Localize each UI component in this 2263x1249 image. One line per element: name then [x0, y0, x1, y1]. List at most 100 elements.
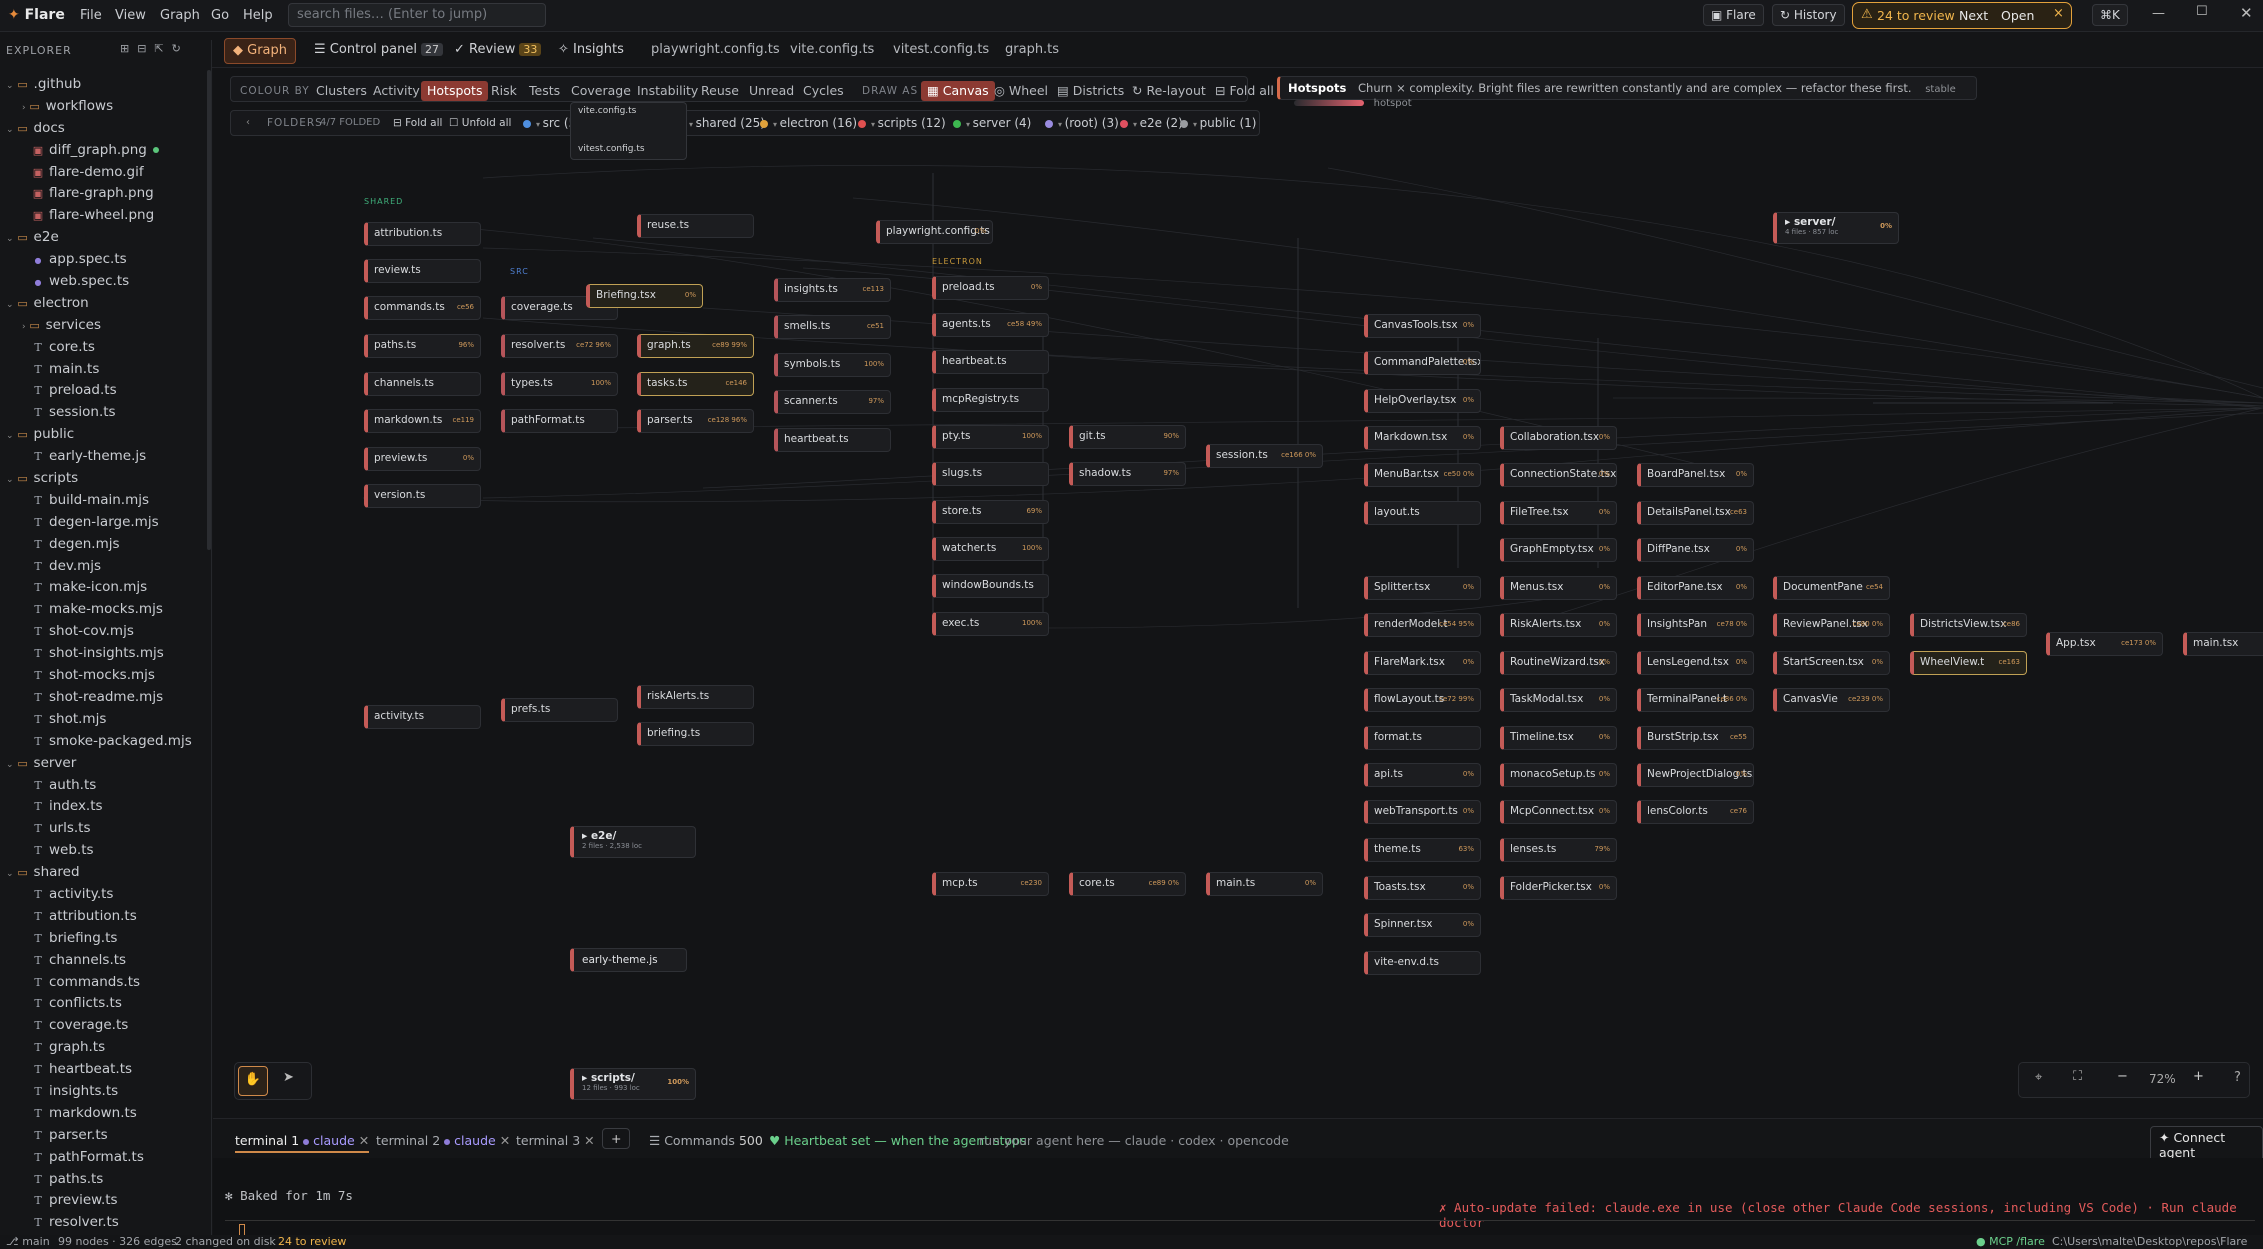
- graph-node[interactable]: renderModel.t ce54 95%: [1364, 613, 1481, 637]
- tree-file[interactable]: Tshot.mjs: [0, 709, 212, 731]
- graph-node[interactable]: smells.ts ce51: [774, 315, 891, 339]
- tree-file[interactable]: Tconflicts.ts: [0, 993, 212, 1015]
- close-icon[interactable]: ×: [2053, 6, 2064, 21]
- graph-node[interactable]: types.ts 100%: [501, 372, 618, 396]
- tree-file[interactable]: Tweb.ts: [0, 840, 212, 862]
- graph-node[interactable]: DocumentPane ce54: [1773, 576, 1890, 600]
- graph-node[interactable]: store.ts 69%: [932, 500, 1049, 524]
- graph-node[interactable]: mcpRegistry.ts: [932, 388, 1049, 412]
- open-button[interactable]: Open: [2001, 8, 2034, 23]
- tree-file[interactable]: Turls.ts: [0, 818, 212, 840]
- review-status[interactable]: 24 to review: [278, 1235, 346, 1248]
- tree-file[interactable]: Tcommands.ts: [0, 972, 212, 994]
- graph-node[interactable]: heartbeat.ts: [932, 350, 1049, 374]
- graph-node[interactable]: BoardPanel.tsx 0%: [1637, 463, 1754, 487]
- maximize-icon[interactable]: ☐: [2196, 4, 2208, 19]
- tree-file[interactable]: ▣ flare-wheel.png: [0, 205, 212, 227]
- graph-node[interactable]: HelpOverlay.tsx 0%: [1364, 389, 1481, 413]
- sidebar-scrollbar[interactable]: [207, 70, 211, 550]
- help-icon[interactable]: ?: [2234, 1070, 2241, 1085]
- graph-node[interactable]: Markdown.tsx 0%: [1364, 426, 1481, 450]
- changed-status[interactable]: 2 changed on disk: [175, 1235, 276, 1248]
- fold-all-button[interactable]: ⊟ Fold all: [1209, 81, 1280, 101]
- graph-node[interactable]: FlareMark.tsx 0%: [1364, 651, 1481, 675]
- graph-node[interactable]: EditorPane.tsx 0%: [1637, 576, 1754, 600]
- graph-node[interactable]: insights.ts ce113: [774, 278, 891, 302]
- graph-node[interactable]: heartbeat.ts: [774, 428, 891, 452]
- popup-item[interactable]: vitest.config.ts: [578, 144, 645, 154]
- tree-file[interactable]: Tmake-icon.mjs: [0, 577, 212, 599]
- graph-node[interactable]: FolderPicker.tsx 0%: [1500, 876, 1617, 900]
- tree-file[interactable]: Tdev.mjs: [0, 556, 212, 578]
- graph-node[interactable]: commands.ts ce56: [364, 296, 481, 320]
- graph-node[interactable]: main.tsx: [2183, 632, 2263, 656]
- mode-activity[interactable]: Activity: [367, 81, 426, 101]
- fit-icon[interactable]: ⛶: [2073, 1069, 2082, 1084]
- graph-node[interactable]: shadow.ts 97%: [1069, 462, 1186, 486]
- tree-file[interactable]: ▣ diff_graph.png: [0, 140, 212, 162]
- graph-node[interactable]: Toasts.tsx 0%: [1364, 876, 1481, 900]
- graph-node[interactable]: graph.ts ce89 99%: [637, 334, 754, 358]
- mode-risk[interactable]: Risk: [485, 81, 523, 101]
- mode-cycles[interactable]: Cycles: [797, 81, 850, 101]
- graph-node[interactable]: CanvasTools.tsx 0%: [1364, 314, 1481, 338]
- tree-file[interactable]: Tdegen.mjs: [0, 534, 212, 556]
- tree-file[interactable]: Tpreload.ts: [0, 380, 212, 402]
- tree-file[interactable]: Tauth.ts: [0, 775, 212, 797]
- graph-node[interactable]: InsightsPan ce78 0%: [1637, 613, 1754, 637]
- menu-file[interactable]: File: [80, 8, 102, 23]
- tree-folder[interactable]: ⌄ ▭ e2e: [0, 227, 212, 249]
- close-window-icon[interactable]: ✕: [2240, 4, 2253, 22]
- graph-node[interactable]: format.ts: [1364, 726, 1481, 750]
- folder-chip[interactable]: ▾ server (4): [953, 116, 1031, 130]
- graph-node[interactable]: review.ts: [364, 259, 481, 283]
- popup-item[interactable]: vite.config.ts: [578, 106, 636, 116]
- tab-graph[interactable]: ◆ Graph: [224, 38, 297, 64]
- folded-folder-node[interactable]: ▸ e2e/2 files · 2,538 loc: [570, 826, 696, 858]
- graph-node[interactable]: parser.ts ce128 96%: [637, 409, 754, 433]
- graph-node[interactable]: DetailsPanel.tsx ce63: [1637, 501, 1754, 525]
- next-button[interactable]: Next: [1959, 8, 1988, 23]
- graph-node[interactable]: Spinner.tsx 0%: [1364, 913, 1481, 937]
- tree-file[interactable]: Tearly-theme.js: [0, 446, 212, 468]
- search-input[interactable]: search files… (Enter to jump): [288, 3, 546, 27]
- tree-file[interactable]: Tmake-mocks.mjs: [0, 599, 212, 621]
- tree-file[interactable]: Tchannels.ts: [0, 950, 212, 972]
- graph-node[interactable]: Timeline.tsx 0%: [1500, 726, 1617, 750]
- tree-file[interactable]: Tparser.ts: [0, 1125, 212, 1147]
- relayout-button[interactable]: ↻ Re-layout: [1126, 81, 1212, 101]
- graph-node[interactable]: StartScreen.tsx 0%: [1773, 651, 1890, 675]
- tree-file[interactable]: TpathFormat.ts: [0, 1147, 212, 1169]
- graph-node[interactable]: webTransport.ts 0%: [1364, 800, 1481, 824]
- draw-wheel[interactable]: ◎ Wheel: [988, 81, 1054, 101]
- flare-button[interactable]: ▣ Flare: [1703, 4, 1764, 26]
- graph-node[interactable]: paths.ts 96%: [364, 334, 481, 358]
- menu-graph[interactable]: Graph: [160, 8, 200, 23]
- graph-canvas[interactable]: [213, 68, 2263, 1118]
- graph-node[interactable]: WheelView.t ce163: [1910, 651, 2027, 675]
- fold-all-chip[interactable]: ⊟ Fold all: [393, 117, 442, 129]
- tree-folder[interactable]: › ▭ services: [0, 315, 212, 337]
- menu-go[interactable]: Go: [211, 8, 229, 23]
- tree-file[interactable]: Tbriefing.ts: [0, 928, 212, 950]
- file-tab[interactable]: vite.config.ts: [790, 42, 874, 57]
- graph-node[interactable]: GraphEmpty.tsx 0%: [1500, 538, 1617, 562]
- mode-coverage[interactable]: Coverage: [565, 81, 637, 101]
- draw-districts[interactable]: ▤ Districts: [1051, 81, 1130, 101]
- history-button[interactable]: ↻ History: [1772, 4, 1845, 26]
- graph-node[interactable]: prefs.ts: [501, 698, 618, 722]
- terminal-output[interactable]: ✻ Baked for 1m 7s ✗ Auto-update failed: …: [213, 1158, 2263, 1238]
- graph-node[interactable]: preview.ts 0%: [364, 447, 481, 471]
- graph-node[interactable]: LensLegend.tsx 0%: [1637, 651, 1754, 675]
- graph-node[interactable]: attribution.ts: [364, 222, 481, 246]
- minimize-icon[interactable]: —: [2152, 6, 2165, 21]
- mode-unread[interactable]: Unread: [743, 81, 800, 101]
- graph-node[interactable]: playwright.config.ts 0%: [876, 220, 993, 244]
- recenter-icon[interactable]: ⌖: [2035, 1070, 2042, 1085]
- graph-node[interactable]: McpConnect.tsx 0%: [1500, 800, 1617, 824]
- graph-node[interactable]: watcher.ts 100%: [932, 537, 1049, 561]
- file-tab[interactable]: vitest.config.ts: [893, 42, 989, 57]
- tree-folder[interactable]: ⌄ ▭ scripts: [0, 468, 212, 490]
- graph-node[interactable]: git.ts 90%: [1069, 425, 1186, 449]
- tree-folder[interactable]: ⌄ ▭ shared: [0, 862, 212, 884]
